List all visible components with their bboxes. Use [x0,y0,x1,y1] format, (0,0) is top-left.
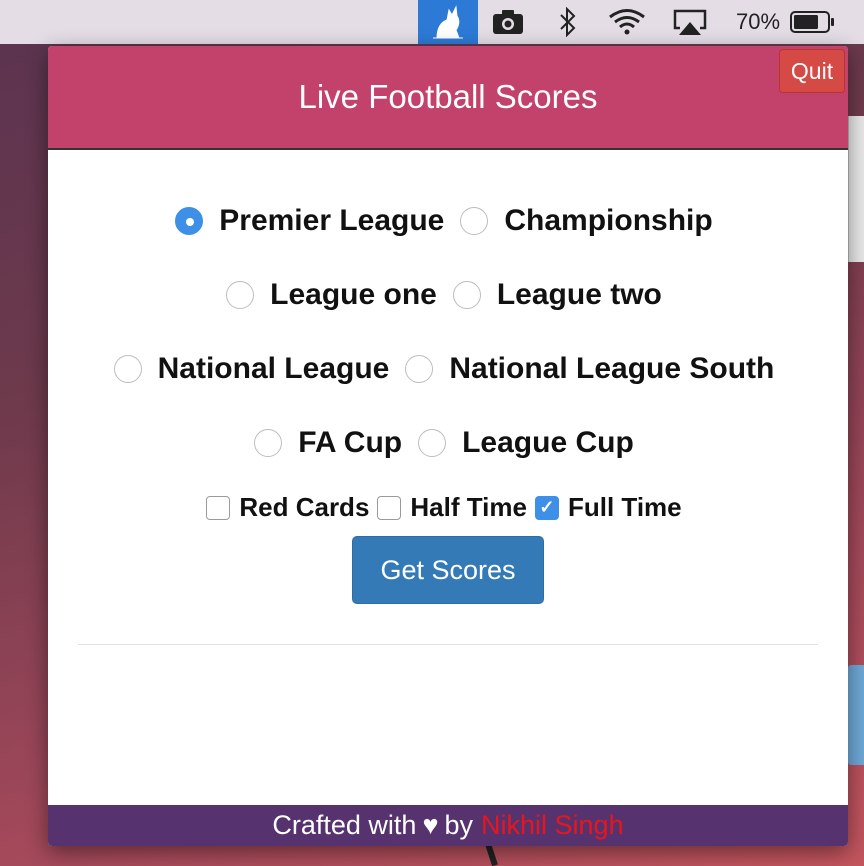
checkbox-label: Red Cards [239,492,370,522]
radio-button[interactable] [460,207,489,235]
camera-icon[interactable] [488,0,528,44]
get-scores-button[interactable]: Get Scores [352,536,544,604]
checkbox-label: Full Time [567,492,682,522]
radio-button[interactable] [113,355,142,383]
airplay-icon[interactable] [668,0,712,44]
league-row-3: National League National League South [48,352,848,386]
heart-icon: ♥ [422,810,439,840]
radio-label: Premier League [219,204,445,237]
checkbox-checked[interactable]: ✓ [534,495,559,520]
footer: Crafted with ♥ by Nikhil Singh [48,805,848,846]
radio-label: National League South [449,352,775,385]
radio-label: League two [496,278,662,311]
checkbox[interactable] [377,495,402,520]
league-row-4: FA Cup League Cup [48,426,848,460]
checkbox-option-red-cards[interactable]: Red Cards [206,492,369,523]
desktop-folder-icon [848,665,864,765]
radio-label: League Cup [462,426,634,459]
radio-option-league-one[interactable]: League one [226,278,437,312]
radio-button[interactable] [405,355,434,383]
radio-option-national-league[interactable]: National League [113,352,390,386]
app-window: Live Football Scores Quit Premier League… [48,46,848,846]
author-link[interactable]: Nikhil Singh [481,810,624,841]
footer-by: by [444,810,474,840]
checkbox-label: Half Time [410,492,527,522]
radio-option-league-cup[interactable]: League Cup [418,426,634,460]
battery-icon[interactable] [788,0,838,44]
cat-app-icon[interactable] [418,0,478,44]
radio-label: National League [157,352,390,385]
league-row-2: League one League two [48,278,848,312]
bluetooth-icon[interactable] [548,0,588,44]
radio-option-premier-league[interactable]: Premier League [175,204,444,238]
radio-option-fa-cup[interactable]: FA Cup [254,426,402,460]
radio-button[interactable] [418,429,447,457]
checkbox-option-full-time[interactable]: ✓ Full Time [534,492,682,523]
radio-button[interactable] [226,281,255,309]
radio-option-national-league-south[interactable]: National League South [405,352,774,386]
desktop-document-thumbnail [848,116,864,262]
app-title: Live Football Scores [298,78,598,115]
radio-option-league-two[interactable]: League two [452,278,662,312]
divider [78,644,818,645]
checkbox-option-half-time[interactable]: Half Time [377,492,527,523]
radio-button[interactable] [175,207,204,235]
radio-label: League one [270,278,437,311]
menu-bar: 70% [0,0,864,44]
app-header: Live Football Scores [48,46,848,150]
radio-label: Championship [504,204,713,237]
filter-row: Red Cards Half Time ✓ Full Time [48,492,848,523]
footer-prefix: Crafted with [272,810,417,840]
radio-button[interactable] [254,429,283,457]
quit-button[interactable]: Quit [779,49,845,93]
radio-button[interactable] [452,281,481,309]
wifi-icon[interactable] [604,0,650,44]
league-row-1: Premier League Championship [48,204,848,238]
battery-percent: 70% [735,9,781,34]
radio-label: FA Cup [298,426,403,459]
checkbox[interactable] [206,495,231,520]
radio-option-championship[interactable]: Championship [460,204,713,238]
